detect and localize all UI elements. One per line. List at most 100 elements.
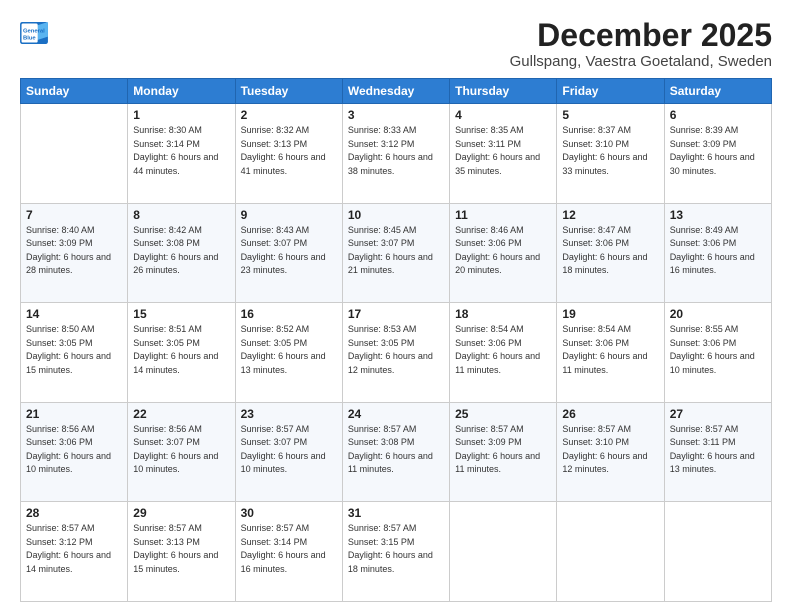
calendar-cell: 16Sunrise: 8:52 AM Sunset: 3:05 PM Dayli… xyxy=(235,303,342,403)
day-number: 7 xyxy=(26,208,122,222)
day-number: 5 xyxy=(562,108,658,122)
day-number: 18 xyxy=(455,307,551,321)
cell-info: Sunrise: 8:47 AM Sunset: 3:06 PM Dayligh… xyxy=(562,224,658,278)
calendar-cell: 6 Sunrise: 8:39 AM Sunset: 3:09 PM Daylig… xyxy=(664,104,771,204)
day-number: 19 xyxy=(562,307,658,321)
calendar-cell: 23 Sunrise: 8:57 AM Sunset: 3:07 PM Dayli… xyxy=(235,402,342,502)
day-number: 13 xyxy=(670,208,766,222)
day-number: 8 xyxy=(133,208,229,222)
calendar-cell: 10Sunrise: 8:45 AM Sunset: 3:07 PM Dayli… xyxy=(342,203,449,303)
cell-info: Sunrise: 8:52 AM Sunset: 3:05 PM Dayligh… xyxy=(241,323,337,377)
month-title: December 2025 xyxy=(510,18,772,53)
cell-info: Sunrise: 8:42 AM Sunset: 3:08 PM Dayligh… xyxy=(133,224,229,278)
cell-info: Sunrise: 8:54 AM Sunset: 3:06 PM Dayligh… xyxy=(562,323,658,377)
cell-info: Sunrise: 8:56 AM Sunset: 3:07 PM Dayligh… xyxy=(133,423,229,477)
calendar-cell: 22 Sunrise: 8:56 AM Sunset: 3:07 PM Dayli… xyxy=(128,402,235,502)
day-number: 22 xyxy=(133,407,229,421)
cell-info: Sunrise: 8:57 AM Sunset: 3:07 PM Dayligh… xyxy=(241,423,337,477)
cell-info: Sunrise: 8:54 AM Sunset: 3:06 PM Dayligh… xyxy=(455,323,551,377)
day-number: 2 xyxy=(241,108,337,122)
calendar-table: Sunday Monday Tuesday Wednesday Thursday… xyxy=(20,78,772,602)
weekday-header-row: Sunday Monday Tuesday Wednesday Thursday… xyxy=(21,79,772,104)
cell-info: Sunrise: 8:35 AM Sunset: 3:11 PM Dayligh… xyxy=(455,124,551,178)
day-number: 26 xyxy=(562,407,658,421)
day-number: 17 xyxy=(348,307,444,321)
calendar-cell: 12Sunrise: 8:47 AM Sunset: 3:06 PM Dayli… xyxy=(557,203,664,303)
calendar-cell xyxy=(21,104,128,204)
calendar-cell: 11Sunrise: 8:46 AM Sunset: 3:06 PM Dayli… xyxy=(450,203,557,303)
cell-info: Sunrise: 8:57 AM Sunset: 3:10 PM Dayligh… xyxy=(562,423,658,477)
calendar-body: 1 Sunrise: 8:30 AM Sunset: 3:14 PM Daylig… xyxy=(21,104,772,602)
calendar-cell: 18 Sunrise: 8:54 AM Sunset: 3:06 PM Dayli… xyxy=(450,303,557,403)
cell-info: Sunrise: 8:40 AM Sunset: 3:09 PM Dayligh… xyxy=(26,224,122,278)
cell-info: Sunrise: 8:39 AM Sunset: 3:09 PM Dayligh… xyxy=(670,124,766,178)
calendar-cell: 26 Sunrise: 8:57 AM Sunset: 3:10 PM Dayli… xyxy=(557,402,664,502)
title-block: December 2025 Gullspang, Vaestra Goetala… xyxy=(510,18,772,70)
calendar-week-4: 21Sunrise: 8:56 AM Sunset: 3:06 PM Dayli… xyxy=(21,402,772,502)
calendar-cell: 5 Sunrise: 8:37 AM Sunset: 3:10 PM Daylig… xyxy=(557,104,664,204)
cell-info: Sunrise: 8:57 AM Sunset: 3:08 PM Dayligh… xyxy=(348,423,444,477)
calendar-cell: 28Sunrise: 8:57 AM Sunset: 3:12 PM Dayli… xyxy=(21,502,128,602)
calendar-cell: 25 Sunrise: 8:57 AM Sunset: 3:09 PM Dayli… xyxy=(450,402,557,502)
cell-info: Sunrise: 8:57 AM Sunset: 3:09 PM Dayligh… xyxy=(455,423,551,477)
calendar-cell: 19 Sunrise: 8:54 AM Sunset: 3:06 PM Dayli… xyxy=(557,303,664,403)
calendar-week-5: 28Sunrise: 8:57 AM Sunset: 3:12 PM Dayli… xyxy=(21,502,772,602)
calendar-week-2: 7 Sunrise: 8:40 AM Sunset: 3:09 PM Daylig… xyxy=(21,203,772,303)
day-number: 31 xyxy=(348,506,444,520)
calendar-cell: 17 Sunrise: 8:53 AM Sunset: 3:05 PM Dayli… xyxy=(342,303,449,403)
calendar-cell: 4Sunrise: 8:35 AM Sunset: 3:11 PM Daylig… xyxy=(450,104,557,204)
cell-info: Sunrise: 8:53 AM Sunset: 3:05 PM Dayligh… xyxy=(348,323,444,377)
calendar-cell: 30Sunrise: 8:57 AM Sunset: 3:14 PM Dayli… xyxy=(235,502,342,602)
calendar-cell: 9Sunrise: 8:43 AM Sunset: 3:07 PM Daylig… xyxy=(235,203,342,303)
day-number: 10 xyxy=(348,208,444,222)
day-number: 25 xyxy=(455,407,551,421)
day-number: 24 xyxy=(348,407,444,421)
calendar-week-1: 1 Sunrise: 8:30 AM Sunset: 3:14 PM Daylig… xyxy=(21,104,772,204)
day-number: 6 xyxy=(670,108,766,122)
calendar-cell: 31 Sunrise: 8:57 AM Sunset: 3:15 PM Dayli… xyxy=(342,502,449,602)
calendar-cell: 15Sunrise: 8:51 AM Sunset: 3:05 PM Dayli… xyxy=(128,303,235,403)
cell-info: Sunrise: 8:50 AM Sunset: 3:05 PM Dayligh… xyxy=(26,323,122,377)
calendar-page: General Blue December 2025 Gullspang, Va… xyxy=(0,0,792,612)
calendar-cell: 3 Sunrise: 8:33 AM Sunset: 3:12 PM Daylig… xyxy=(342,104,449,204)
cell-info: Sunrise: 8:33 AM Sunset: 3:12 PM Dayligh… xyxy=(348,124,444,178)
calendar-cell: 2 Sunrise: 8:32 AM Sunset: 3:13 PM Daylig… xyxy=(235,104,342,204)
header-saturday: Saturday xyxy=(664,79,771,104)
calendar-cell: 27 Sunrise: 8:57 AM Sunset: 3:11 PM Dayli… xyxy=(664,402,771,502)
cell-info: Sunrise: 8:57 AM Sunset: 3:13 PM Dayligh… xyxy=(133,522,229,576)
header-tuesday: Tuesday xyxy=(235,79,342,104)
cell-info: Sunrise: 8:57 AM Sunset: 3:11 PM Dayligh… xyxy=(670,423,766,477)
cell-info: Sunrise: 8:55 AM Sunset: 3:06 PM Dayligh… xyxy=(670,323,766,377)
calendar-cell xyxy=(450,502,557,602)
cell-info: Sunrise: 8:56 AM Sunset: 3:06 PM Dayligh… xyxy=(26,423,122,477)
header-monday: Monday xyxy=(128,79,235,104)
day-number: 1 xyxy=(133,108,229,122)
day-number: 23 xyxy=(241,407,337,421)
header-sunday: Sunday xyxy=(21,79,128,104)
calendar-cell: 21Sunrise: 8:56 AM Sunset: 3:06 PM Dayli… xyxy=(21,402,128,502)
day-number: 3 xyxy=(348,108,444,122)
calendar-cell: 7 Sunrise: 8:40 AM Sunset: 3:09 PM Daylig… xyxy=(21,203,128,303)
calendar-cell xyxy=(664,502,771,602)
day-number: 15 xyxy=(133,307,229,321)
calendar-cell: 24 Sunrise: 8:57 AM Sunset: 3:08 PM Dayli… xyxy=(342,402,449,502)
cell-info: Sunrise: 8:37 AM Sunset: 3:10 PM Dayligh… xyxy=(562,124,658,178)
calendar-week-3: 14Sunrise: 8:50 AM Sunset: 3:05 PM Dayli… xyxy=(21,303,772,403)
day-number: 28 xyxy=(26,506,122,520)
logo-icon: General Blue xyxy=(20,22,48,44)
day-number: 9 xyxy=(241,208,337,222)
cell-info: Sunrise: 8:57 AM Sunset: 3:14 PM Dayligh… xyxy=(241,522,337,576)
day-number: 27 xyxy=(670,407,766,421)
cell-info: Sunrise: 8:57 AM Sunset: 3:15 PM Dayligh… xyxy=(348,522,444,576)
cell-info: Sunrise: 8:30 AM Sunset: 3:14 PM Dayligh… xyxy=(133,124,229,178)
calendar-cell: 20Sunrise: 8:55 AM Sunset: 3:06 PM Dayli… xyxy=(664,303,771,403)
calendar-cell: 1 Sunrise: 8:30 AM Sunset: 3:14 PM Daylig… xyxy=(128,104,235,204)
calendar-cell xyxy=(557,502,664,602)
cell-info: Sunrise: 8:32 AM Sunset: 3:13 PM Dayligh… xyxy=(241,124,337,178)
calendar-cell: 14Sunrise: 8:50 AM Sunset: 3:05 PM Dayli… xyxy=(21,303,128,403)
header-thursday: Thursday xyxy=(450,79,557,104)
day-number: 11 xyxy=(455,208,551,222)
location: Gullspang, Vaestra Goetaland, Sweden xyxy=(510,53,772,70)
header: General Blue December 2025 Gullspang, Va… xyxy=(20,18,772,70)
header-friday: Friday xyxy=(557,79,664,104)
